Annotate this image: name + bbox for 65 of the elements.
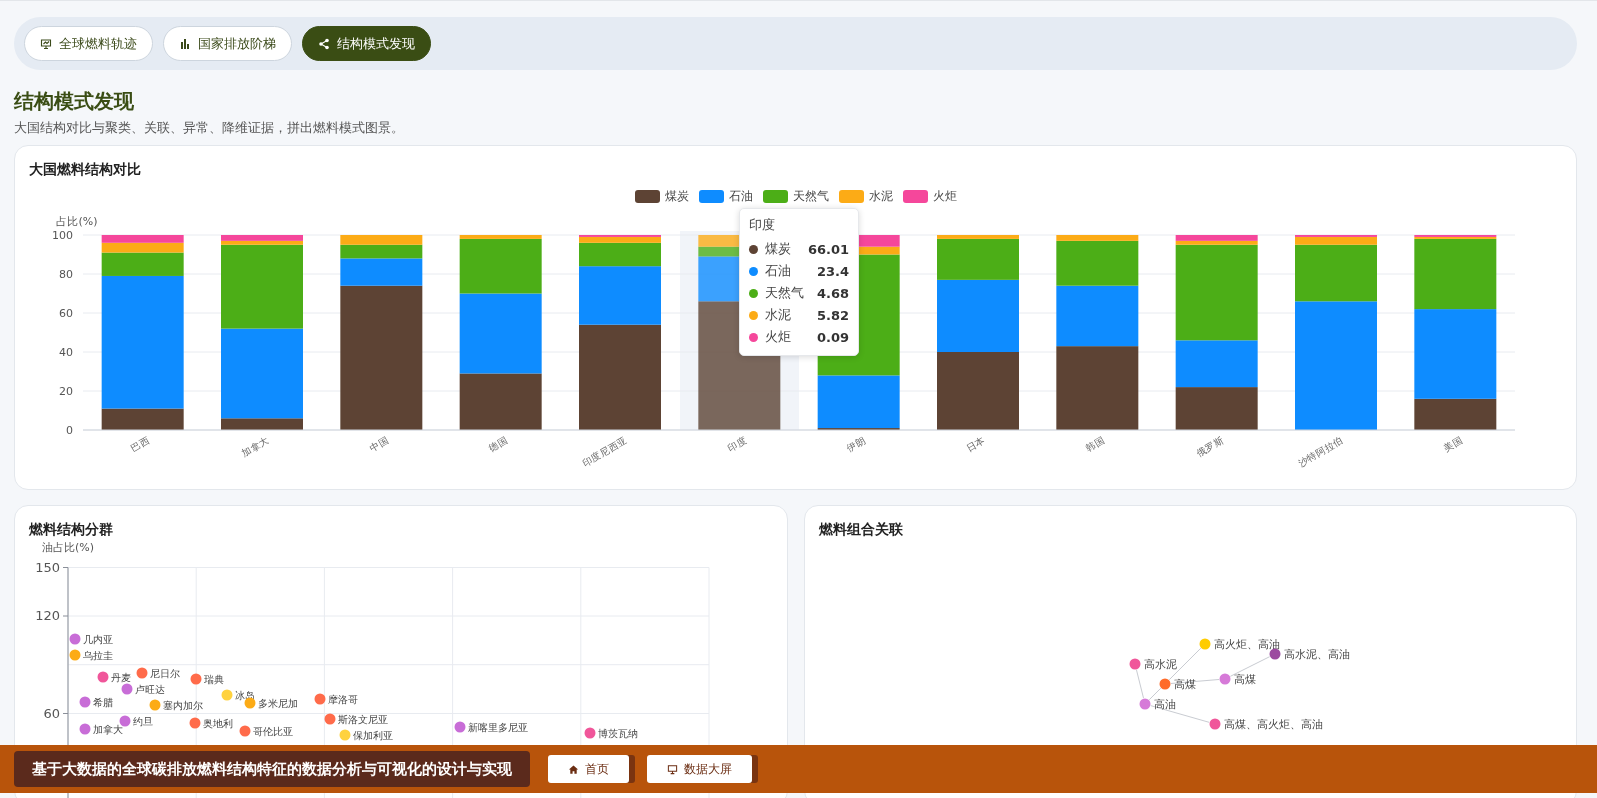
- node-label: 高煤: [1233, 673, 1256, 686]
- point-label: 约旦: [133, 715, 153, 727]
- node-label: 高煤: [1173, 678, 1196, 691]
- point-label: 几内亚: [83, 633, 113, 645]
- point-label: 多米尼加: [258, 697, 298, 709]
- axis-category-label: 印度尼西亚: [580, 434, 629, 469]
- axis-tick-label: 0: [66, 424, 73, 437]
- tooltip-value: 66.01: [807, 241, 849, 257]
- axis-tick-label: 40: [59, 346, 73, 359]
- tooltip-value: 5.82: [816, 307, 849, 323]
- axis-category-label: 巴西: [128, 434, 152, 454]
- point-label: 保加利亚: [353, 729, 393, 741]
- axis-tick-label: 20: [59, 385, 73, 398]
- point-label: 卢旺达: [135, 683, 165, 695]
- tooltip-title: 印度: [749, 216, 776, 234]
- tooltip-value: 23.4: [816, 263, 849, 279]
- axis-category-label: 俄罗斯: [1194, 434, 1226, 459]
- point-label: 尼日尔: [150, 667, 180, 679]
- node-label: 高水泥、高油: [1283, 648, 1350, 661]
- card-title: 燃料组合关联: [817, 520, 904, 539]
- tooltip-value: 0.09: [816, 329, 849, 345]
- tooltip-series-name: 石油: [765, 262, 791, 280]
- axis-category-label: 韩国: [1083, 434, 1107, 454]
- tooltip-series-name: 火炬: [765, 328, 791, 346]
- page-subtitle: 大国结构对比与聚类、关联、异常、降维证据，拼出燃料模式图景。: [14, 120, 405, 136]
- card-title: 燃料结构分群: [28, 520, 114, 539]
- node-label: 高水泥: [1143, 658, 1177, 671]
- axis-tick-label: 60: [59, 307, 73, 320]
- node-label: 高火炬、高油: [1213, 638, 1280, 651]
- axis-tick-label: 120: [35, 608, 60, 623]
- point-label: 加拿大: [93, 723, 123, 735]
- axis-category-label: 沙特阿拉伯: [1296, 434, 1345, 469]
- axis-category-label: 美国: [1441, 434, 1465, 454]
- point-label: 希腊: [93, 696, 113, 708]
- point-label: 斯洛文尼亚: [338, 713, 388, 725]
- point-label: 摩洛哥: [328, 693, 358, 705]
- point-label: 塞内加尔: [163, 699, 203, 711]
- tooltip-value: 4.68: [816, 285, 849, 301]
- axis-category-label: 日本: [964, 434, 987, 454]
- tooltip-series-name: 水泥: [765, 306, 791, 324]
- card-title: 大国燃料结构对比: [28, 160, 142, 179]
- point-label: 新喀里多尼亚: [468, 721, 528, 733]
- tooltip-series-name: 煤炭: [765, 240, 791, 258]
- node-label: 高油: [1153, 698, 1176, 711]
- footer-title: 基于大数据的全球碳排放燃料结构特征的数据分析与可视化的设计与实现: [14, 751, 530, 787]
- point-label: 博茨瓦纳: [598, 727, 638, 739]
- axis-title: 油占比(%): [42, 541, 94, 554]
- point-label: 丹麦: [111, 671, 131, 683]
- tooltip-series-name: 天然气: [765, 284, 804, 302]
- point-label: 乌拉圭: [83, 649, 113, 661]
- axis-tick-label: 100: [52, 229, 73, 242]
- axis-category-label: 伊朗: [844, 434, 868, 454]
- axis-tick-label: 150: [35, 559, 60, 575]
- axis-category-label: 印度: [725, 434, 749, 454]
- axis-category-label: 德国: [486, 434, 510, 454]
- point-label: 奥地利: [203, 717, 233, 729]
- axis-category-label: 加拿大: [239, 434, 271, 459]
- point-label: 瑞典: [204, 673, 224, 685]
- page-title: 结构模式发现: [14, 88, 135, 114]
- axis-category-label: 中国: [367, 434, 391, 454]
- node-label: 高煤、高火炬、高油: [1223, 718, 1323, 731]
- axis-tick-label: 60: [43, 705, 60, 721]
- axis-title: 占比(%): [56, 215, 98, 228]
- point-label: 哥伦比亚: [253, 725, 293, 737]
- axis-tick-label: 80: [59, 268, 73, 281]
